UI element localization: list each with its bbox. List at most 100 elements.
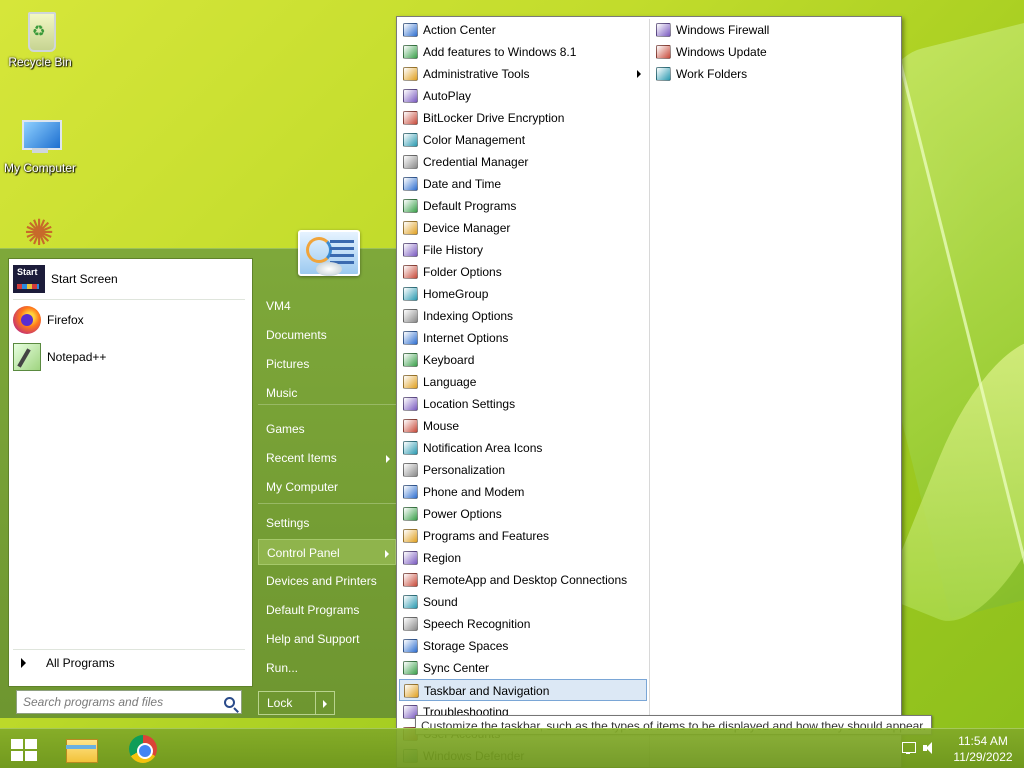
cp-item-sound[interactable]: Sound — [399, 591, 647, 613]
cp-item-keyboard[interactable]: Keyboard — [399, 349, 647, 371]
start-link-pictures[interactable]: Pictures — [258, 351, 396, 377]
desktop-icon-my-computer[interactable]: My Computer — [0, 114, 80, 175]
separator — [13, 299, 245, 300]
shutdown-options-button[interactable] — [315, 691, 335, 715]
cp-item-label: Credential Manager — [423, 155, 529, 169]
cp-item-language[interactable]: Language — [399, 371, 647, 393]
chrome-icon[interactable] — [126, 733, 160, 765]
firefox-icon — [13, 306, 41, 334]
start-link-run[interactable]: Run... — [258, 655, 396, 681]
storage-icon — [403, 639, 418, 653]
remoteapp-icon — [403, 573, 418, 587]
search-placeholder: Search programs and files — [23, 695, 164, 709]
cp-item-folder-options[interactable]: Folder Options — [399, 261, 647, 283]
bitlocker-icon — [403, 111, 418, 125]
volume-icon[interactable] — [922, 741, 936, 755]
cp-item-storage-spaces[interactable]: Storage Spaces — [399, 635, 647, 657]
cp-item-credential-manager[interactable]: Credential Manager — [399, 151, 647, 173]
start-button[interactable] — [4, 733, 44, 767]
cp-item-internet-options[interactable]: Internet Options — [399, 327, 647, 349]
start-link-help-and-support[interactable]: Help and Support — [258, 626, 396, 652]
desktop-icon-label: Recycle Bin — [8, 55, 72, 69]
cp-item-autoplay[interactable]: AutoPlay — [399, 85, 647, 107]
start-link-control-panel[interactable]: Control Panel — [258, 539, 396, 565]
cp-item-action-center[interactable]: Action Center — [399, 19, 647, 41]
start-link-label: Settings — [266, 516, 310, 530]
start-link-my-computer[interactable]: My Computer — [258, 474, 396, 500]
cp-item-personalization[interactable]: Personalization — [399, 459, 647, 481]
cp-item-bitlocker-drive-encryption[interactable]: BitLocker Drive Encryption — [399, 107, 647, 129]
cp-item-location-settings[interactable]: Location Settings — [399, 393, 647, 415]
cp-item-power-options[interactable]: Power Options — [399, 503, 647, 525]
folder-icon — [403, 265, 418, 279]
cp-item-label: Location Settings — [423, 397, 516, 411]
autoplay-icon — [403, 89, 418, 103]
start-link-music[interactable]: Music — [258, 380, 396, 406]
cp-item-device-manager[interactable]: Device Manager — [399, 217, 647, 239]
cp-item-label: Speech Recognition — [423, 617, 531, 631]
file-explorer-icon[interactable] — [62, 733, 100, 765]
pinned-label: Firefox — [47, 313, 84, 327]
internet-icon — [403, 331, 418, 345]
cp-item-mouse[interactable]: Mouse — [399, 415, 647, 437]
start-link-label: Default Programs — [266, 603, 360, 617]
cp-item-label: RemoteApp and Desktop Connections — [423, 573, 628, 587]
globe-icon — [403, 551, 418, 565]
flag-icon — [403, 23, 418, 37]
cp-item-default-programs[interactable]: Default Programs — [399, 195, 647, 217]
start-link-games[interactable]: Games — [258, 416, 396, 442]
cp-item-speech-recognition[interactable]: Speech Recognition — [399, 613, 647, 635]
cp-item-work-folders[interactable]: Work Folders — [652, 63, 898, 85]
cp-item-programs-and-features[interactable]: Programs and Features — [399, 525, 647, 547]
start-link-label: Documents — [266, 328, 327, 342]
start-link-vm4[interactable]: VM4 — [258, 293, 396, 319]
lock-button[interactable]: Lock — [258, 691, 316, 715]
cp-item-file-history[interactable]: File History — [399, 239, 647, 261]
pinned-firefox[interactable]: Firefox — [13, 303, 243, 337]
cp-item-taskbar-and-navigation[interactable]: Taskbar and Navigation — [399, 679, 647, 701]
start-link-settings[interactable]: Settings — [258, 510, 396, 536]
cp-item-homegroup[interactable]: HomeGroup — [399, 283, 647, 305]
file-history-icon — [403, 243, 418, 257]
cp-item-add-features-to-windows-8-1[interactable]: Add features to Windows 8.1 — [399, 41, 647, 63]
clock-icon — [403, 177, 418, 191]
sync-icon — [403, 661, 418, 675]
cp-item-color-management[interactable]: Color Management — [399, 129, 647, 151]
cp-item-label: Add features to Windows 8.1 — [423, 45, 577, 59]
pinned-notepadpp[interactable]: Notepad++ — [13, 340, 243, 374]
cp-item-label: Date and Time — [423, 177, 502, 191]
microphone-icon — [403, 617, 418, 631]
start-link-devices-and-printers[interactable]: Devices and Printers — [258, 568, 396, 594]
start-link-documents[interactable]: Documents — [258, 322, 396, 348]
cp-item-notification-area-icons[interactable]: Notification Area Icons — [399, 437, 647, 459]
clock[interactable]: 11:54 AM 11/29/2022 — [948, 733, 1018, 765]
speaker-icon — [403, 595, 418, 609]
cp-item-windows-firewall[interactable]: Windows Firewall — [652, 19, 898, 41]
pinned-label: Notepad++ — [47, 350, 107, 364]
cp-item-remoteapp-and-desktop-connections[interactable]: RemoteApp and Desktop Connections — [399, 569, 647, 591]
pinned-start-screen[interactable]: Start Start Screen — [13, 262, 243, 296]
cp-item-indexing-options[interactable]: Indexing Options — [399, 305, 647, 327]
start-link-default-programs[interactable]: Default Programs — [258, 597, 396, 623]
start-link-recent-items[interactable]: Recent Items — [258, 445, 396, 471]
start-link-label: Recent Items — [266, 451, 337, 465]
clock-date: 11/29/2022 — [953, 750, 1013, 764]
add-features-icon — [403, 45, 418, 59]
cp-item-sync-center[interactable]: Sync Center — [399, 657, 647, 679]
cp-item-label: Indexing Options — [423, 309, 514, 323]
chevron-right-icon — [637, 70, 641, 78]
taskbar: 11:54 AM 11/29/2022 — [0, 728, 1024, 768]
start-link-label: Games — [266, 422, 305, 436]
desktop-icon-recycle-bin[interactable]: Recycle Bin — [0, 8, 80, 69]
cp-item-label: File History — [423, 243, 484, 257]
cp-item-region[interactable]: Region — [399, 547, 647, 569]
cp-item-administrative-tools[interactable]: Administrative Tools — [399, 63, 647, 85]
cp-item-phone-and-modem[interactable]: Phone and Modem — [399, 481, 647, 503]
pinned-label: Start Screen — [51, 272, 118, 286]
network-icon[interactable] — [902, 741, 916, 755]
all-programs-button[interactable]: All Programs — [13, 652, 245, 674]
cp-item-windows-update[interactable]: Windows Update — [652, 41, 898, 63]
search-input[interactable]: Search programs and files — [16, 690, 242, 714]
cp-item-label: Keyboard — [423, 353, 475, 367]
cp-item-date-and-time[interactable]: Date and Time — [399, 173, 647, 195]
